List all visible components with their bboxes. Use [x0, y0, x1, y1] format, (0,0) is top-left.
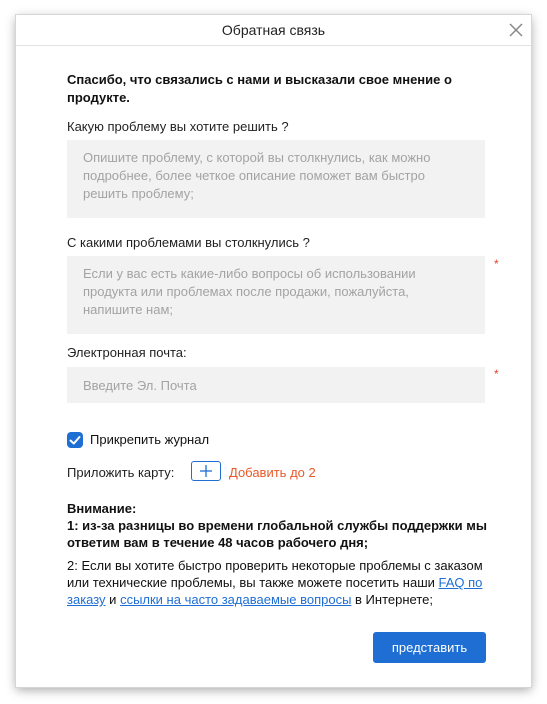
email-required-mark: *	[494, 367, 499, 381]
title-bar: Обратная связь	[16, 15, 531, 46]
attach-image-label: Приложить карту:	[67, 465, 175, 480]
email-field[interactable]	[67, 367, 485, 403]
submit-button[interactable]: представить	[373, 632, 486, 663]
issues-label: С какими проблемами вы столкнулись ?	[67, 235, 310, 250]
email-label: Электронная почта:	[67, 345, 187, 360]
close-icon[interactable]	[505, 19, 527, 41]
issues-required-mark: *	[494, 257, 499, 271]
attach-log-label: Прикрепить журнал	[90, 432, 210, 447]
check-icon	[69, 436, 81, 445]
notice-line2: 2: Если вы хотите быстро проверить некот…	[67, 557, 487, 608]
notice-line1: 1: из-за разницы во времени глобальной с…	[67, 518, 487, 550]
attach-log-checkbox[interactable]	[67, 432, 83, 448]
plus-icon	[200, 465, 212, 477]
problem-textarea[interactable]	[67, 140, 485, 218]
problem-label: Какую проблему вы хотите решить ?	[67, 119, 289, 134]
intro-text: Спасибо, что связались с нами и высказал…	[67, 72, 452, 105]
attach-image-row: Приложить карту: Добавить до 2	[67, 461, 367, 483]
add-image-button[interactable]	[191, 461, 221, 481]
notice-line2-prefix: 2: Если вы хотите быстро проверить некот…	[67, 558, 483, 590]
notice-line2-suffix: в Интернете;	[351, 592, 433, 607]
faq-questions-link[interactable]: ссылки на часто задаваемые вопросы	[120, 592, 351, 607]
notice-block: Внимание: 1: из-за разницы во времени гл…	[67, 500, 487, 608]
notice-line2-between: и	[105, 592, 121, 607]
dialog-title: Обратная связь	[221, 22, 326, 38]
feedback-dialog: Обратная связь Спасибо, что связались с …	[16, 15, 531, 687]
notice-heading: Внимание:	[67, 501, 137, 516]
issues-textarea[interactable]	[67, 256, 485, 334]
add-image-link[interactable]: Добавить до 2	[229, 465, 316, 480]
